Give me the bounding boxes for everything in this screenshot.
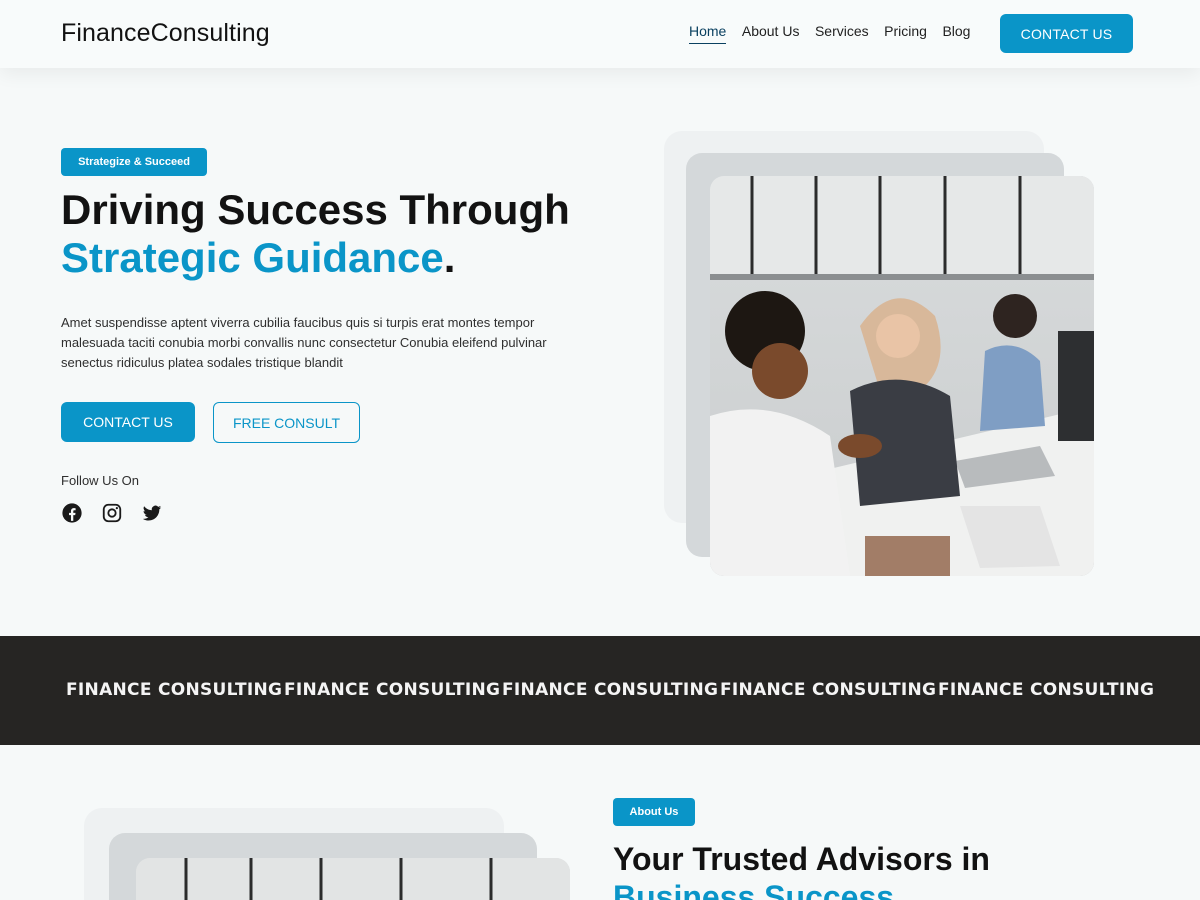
hero-title: Driving Success Through Strategic Guidan… <box>61 186 621 282</box>
marquee-item: FINANCE CONSULTING <box>284 680 501 700</box>
nav-services[interactable]: Services <box>815 23 869 44</box>
hero-title-period: . <box>443 234 456 281</box>
instagram-icon[interactable] <box>101 502 123 524</box>
follow-label: Follow Us On <box>61 473 140 488</box>
nav-home[interactable]: Home <box>689 23 727 44</box>
header-contact-button[interactable]: CONTACT US <box>1000 14 1133 53</box>
about-badge: About Us <box>613 798 695 826</box>
about-title: Your Trusted Advisors in Business Succes… <box>613 840 1133 900</box>
site-header: FinanceConsulting Home About Us Services… <box>0 0 1200 68</box>
about-office-photo <box>136 858 570 900</box>
main-nav: Home About Us Services Pricing Blog <box>689 23 986 44</box>
hero-contact-button[interactable]: CONTACT US <box>61 402 195 442</box>
nav-about-us[interactable]: About Us <box>742 23 800 44</box>
marquee-item: FINANCE CONSULTING <box>720 680 937 700</box>
marquee-item: FINANCE CONSULTING <box>66 680 283 700</box>
hero-title-line1: Driving Success Through <box>61 186 570 233</box>
marquee-item: FINANCE CONSULTING <box>502 680 719 700</box>
nav-blog[interactable]: Blog <box>942 23 970 44</box>
site-logo[interactable]: FinanceConsulting <box>61 19 270 48</box>
hero-title-accent: Strategic Guidance <box>61 234 444 281</box>
hero-description: Amet suspendisse aptent viverra cubilia … <box>61 315 547 370</box>
facebook-icon[interactable] <box>61 502 83 524</box>
twitter-icon[interactable] <box>141 502 163 524</box>
social-links <box>61 502 163 524</box>
nav-pricing[interactable]: Pricing <box>884 23 927 44</box>
marquee-item: FINANCE CONSULTING <box>938 680 1155 700</box>
hero-office-photo <box>710 176 1094 576</box>
free-consult-button[interactable]: FREE CONSULT <box>213 402 360 443</box>
hero-badge: Strategize & Succeed <box>61 148 207 176</box>
brand-marquee: FINANCE CONSULTING FINANCE CONSULTING FI… <box>66 680 1155 700</box>
about-title-line1: Your Trusted Advisors in <box>613 841 990 877</box>
about-title-accent: Business Success <box>613 879 895 900</box>
